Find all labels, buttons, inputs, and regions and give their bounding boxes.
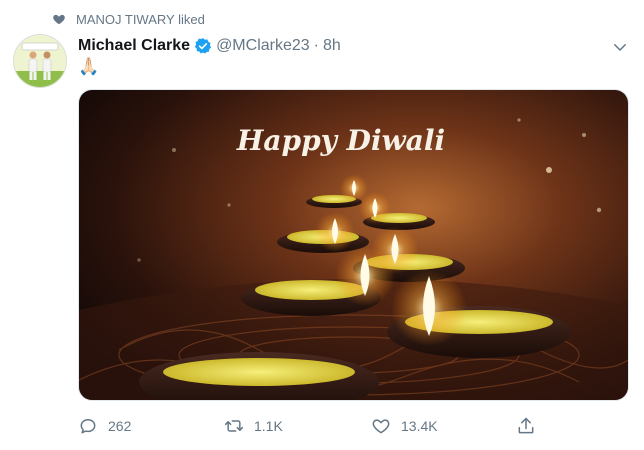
social-context-label: MANOJ TIWARY liked — [76, 11, 205, 27]
verified-badge-icon — [194, 38, 212, 54]
like-button[interactable]: 13.4K — [371, 412, 438, 440]
tweet-card[interactable]: MANOJ TIWARY liked Michael Clarke @MClar… — [0, 0, 644, 450]
share-icon — [518, 417, 534, 434]
tweet-header: Michael Clarke @MClarke23 · 8h — [78, 36, 341, 56]
like-count: 13.4K — [401, 418, 438, 434]
social-context: MANOJ TIWARY liked — [52, 10, 205, 28]
author-handle[interactable]: @MClarke23 — [216, 37, 310, 55]
tweet-actions: 262 1.1K 13.4K — [78, 412, 628, 440]
tweet-text: 🙏🏻 — [78, 57, 100, 76]
heart-icon — [372, 419, 390, 434]
reply-count: 262 — [108, 418, 132, 434]
tweet-image[interactable]: Happy Diwali — [78, 89, 629, 401]
share-button[interactable] — [516, 412, 536, 440]
retweet-button[interactable]: 1.1K — [224, 412, 283, 440]
chevron-down-icon[interactable] — [611, 38, 629, 56]
separator-dot: · — [313, 37, 319, 54]
retweet-count: 1.1K — [254, 418, 283, 434]
avatar[interactable] — [13, 34, 67, 88]
author-name[interactable]: Michael Clarke — [78, 37, 190, 55]
reply-icon — [80, 419, 96, 434]
image-caption: Happy Diwali — [236, 124, 445, 157]
retweet-icon — [224, 420, 244, 432]
reply-button[interactable]: 262 — [78, 412, 131, 440]
tweet-time[interactable]: 8h — [323, 37, 341, 55]
heart-icon — [53, 14, 65, 25]
